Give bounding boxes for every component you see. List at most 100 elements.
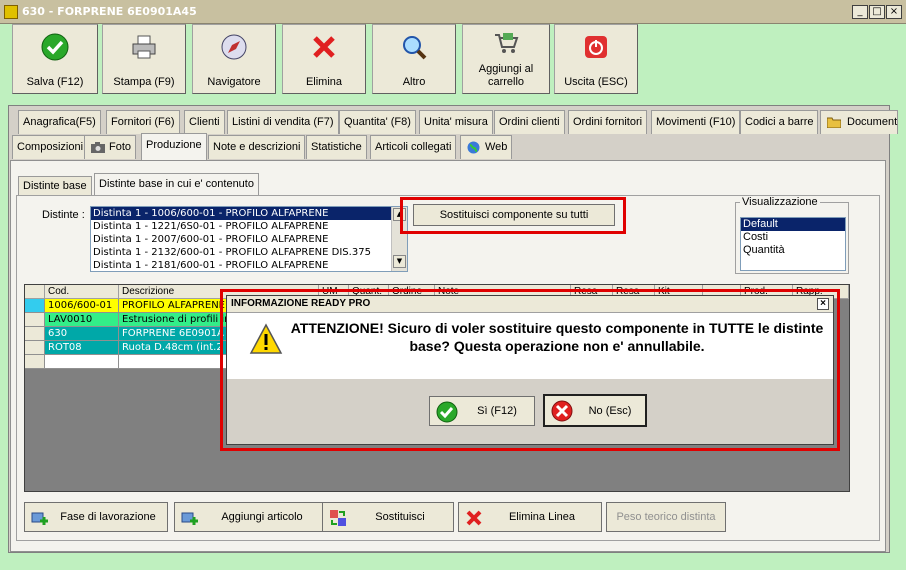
cell-code[interactable]: LAV0010 [45,313,119,327]
distinte-label: Distinte : [42,209,85,221]
altro-button[interactable]: Altro [372,24,456,94]
cell-code[interactable]: 1006/600-01 [45,299,119,313]
distinta-item[interactable]: Distinta 1 - 2132/600-01 - PROFILO ALFAP… [91,246,407,259]
navigatore-button[interactable]: Navigatore [192,24,276,94]
tab-listini[interactable]: Listini di vendita (F7) [227,110,339,134]
tab-anagrafica[interactable]: Anagrafica(F5) [18,110,101,134]
cell-desc[interactable]: Ruota D.48cm (int.2 [119,341,229,355]
highlight-frame [220,289,840,451]
sostituisci-button[interactable]: Sostituisci [322,502,454,532]
elimina-linea-label: Elimina Linea [508,511,576,523]
distinta-item[interactable]: Distinta 1 - 1006/600-01 - PROFILO ALFAP… [91,207,407,220]
subtab-distinte-base[interactable]: Distinte base [18,176,92,196]
vis-option[interactable]: Costi [741,231,845,244]
power-icon [585,36,607,58]
row-indicator [25,299,45,313]
title-bar: 630 - FORPRENE 6E0901A45 _ □ × [0,0,906,24]
carrello-label: Aggiungi al carrello [478,63,534,88]
x-icon [313,36,335,58]
check-icon [41,33,69,61]
tab-web[interactable]: Web [460,135,513,159]
camera-icon [91,142,105,153]
maximize-button[interactable]: □ [869,5,885,19]
distinte-listbox[interactable]: Distinta 1 - 1006/600-01 - PROFILO ALFAP… [90,206,408,272]
tab-note[interactable]: Note e descrizioni [208,135,306,159]
window-title: 630 - FORPRENE 6E0901A45 [22,5,197,18]
cell-desc[interactable]: Estrusione di profili in [119,313,229,327]
subtab-distinte-contenuto[interactable]: Distinte base in cui e' contenuto [94,173,259,196]
row-indicator [25,313,45,327]
fase-lavorazione-button[interactable]: Fase di lavorazione [24,502,168,532]
visualizzazione-listbox[interactable]: Default Costi Quantità [740,217,846,271]
elimina-linea-button[interactable]: Elimina Linea [458,502,602,532]
row-indicator [25,341,45,355]
tab-ordini-fornitori[interactable]: Ordini fornitori [568,110,648,134]
tab-clienti[interactable]: Clienti [184,110,225,134]
tab-quantita[interactable]: Quantita' (F8) [339,110,416,134]
distinta-item[interactable]: Distinta 1 - 2181/600-01 - PROFILO ALFAP… [91,259,407,271]
tab-web-label: Web [485,141,508,153]
sostituisci-label: Sostituisci [375,511,425,523]
uscita-label: Uscita (ESC) [564,76,628,88]
tab-fornitori[interactable]: Fornitori (F6) [106,110,180,134]
folder-icon [827,117,841,128]
cell-code[interactable]: 630 [45,327,119,341]
add-icon [31,512,48,525]
visualizzazione-legend: Visualizzazione [740,196,820,208]
cell-desc[interactable]: PROFILO ALFAPRENE [119,299,229,313]
globe-icon [467,141,480,154]
search-icon [403,36,427,60]
tab-articoli-collegati[interactable]: Articoli collegati [370,135,457,159]
vis-option[interactable]: Quantità [741,244,845,257]
stampa-label: Stampa (F9) [113,76,175,88]
navigatore-label: Navigatore [207,76,261,88]
cart-icon [495,33,519,53]
cell-desc[interactable]: FORPRENE 6E0901A [119,327,229,341]
fase-lavorazione-label: Fase di lavorazione [60,511,156,523]
tab-movimenti[interactable]: Movimenti (F10) [651,110,741,134]
grid-header[interactable]: Cod. [45,285,119,299]
stampa-button[interactable]: Stampa (F9) [102,24,186,94]
printer-icon [132,35,156,59]
grid-header-indicator [25,285,45,299]
tab-foto-label: Foto [109,141,132,153]
x-icon [466,510,482,526]
elimina-label: Elimina [305,76,343,88]
visualizzazione-group: Visualizzazione Default Costi Quantità [735,196,849,274]
tab-statistiche[interactable]: Statistiche [306,135,367,159]
aggiungi-articolo-label: Aggiungi articolo [221,511,303,523]
compass-icon [221,34,247,60]
tab-document-label: Document [847,116,898,128]
peso-teorico-label: Peso teorico distinta [616,511,716,523]
salva-button[interactable]: Salva (F12) [12,24,98,94]
row-indicator [25,327,45,341]
elimina-toolbar-button[interactable]: Elimina [282,24,366,94]
distinta-item[interactable]: Distinta 1 - 1221/6S0-01 - PROFILO ALFAP… [91,220,407,233]
tab-unita-misura[interactable]: Unita' misura [419,110,493,134]
minimize-button[interactable]: _ [852,5,868,19]
row-indicator [25,355,45,369]
scroll-down-icon[interactable]: ▼ [393,255,406,268]
altro-label: Altro [402,76,426,88]
add-icon [181,512,198,525]
aggiungi-articolo-button[interactable]: Aggiungi articolo [174,502,326,532]
distinta-item[interactable]: Distinta 1 - 2007/600-01 - PROFILO ALFAP… [91,233,407,246]
peso-teorico-button[interactable]: Peso teorico distinta [606,502,726,532]
tab-produzione[interactable]: Produzione [141,133,207,160]
swap-icon [330,510,346,526]
tab-foto[interactable]: Foto [84,135,137,159]
highlight-frame [400,197,626,234]
tab-document[interactable]: Document [820,110,898,134]
close-button[interactable]: × [886,5,902,19]
tab-composizioni[interactable]: Composizioni [12,135,89,159]
tab-ordini-clienti[interactable]: Ordini clienti [494,110,565,134]
vis-option[interactable]: Default [741,218,845,231]
app-icon [4,5,18,19]
aggiungi-carrello-button[interactable]: Aggiungi al carrello [462,24,550,94]
cell-desc[interactable] [119,355,229,369]
cell-code[interactable] [45,355,119,369]
tab-codici-barre[interactable]: Codici a barre [740,110,819,134]
salva-label: Salva (F12) [26,76,84,88]
cell-code[interactable]: ROT08 [45,341,119,355]
uscita-button[interactable]: Uscita (ESC) [554,24,638,94]
